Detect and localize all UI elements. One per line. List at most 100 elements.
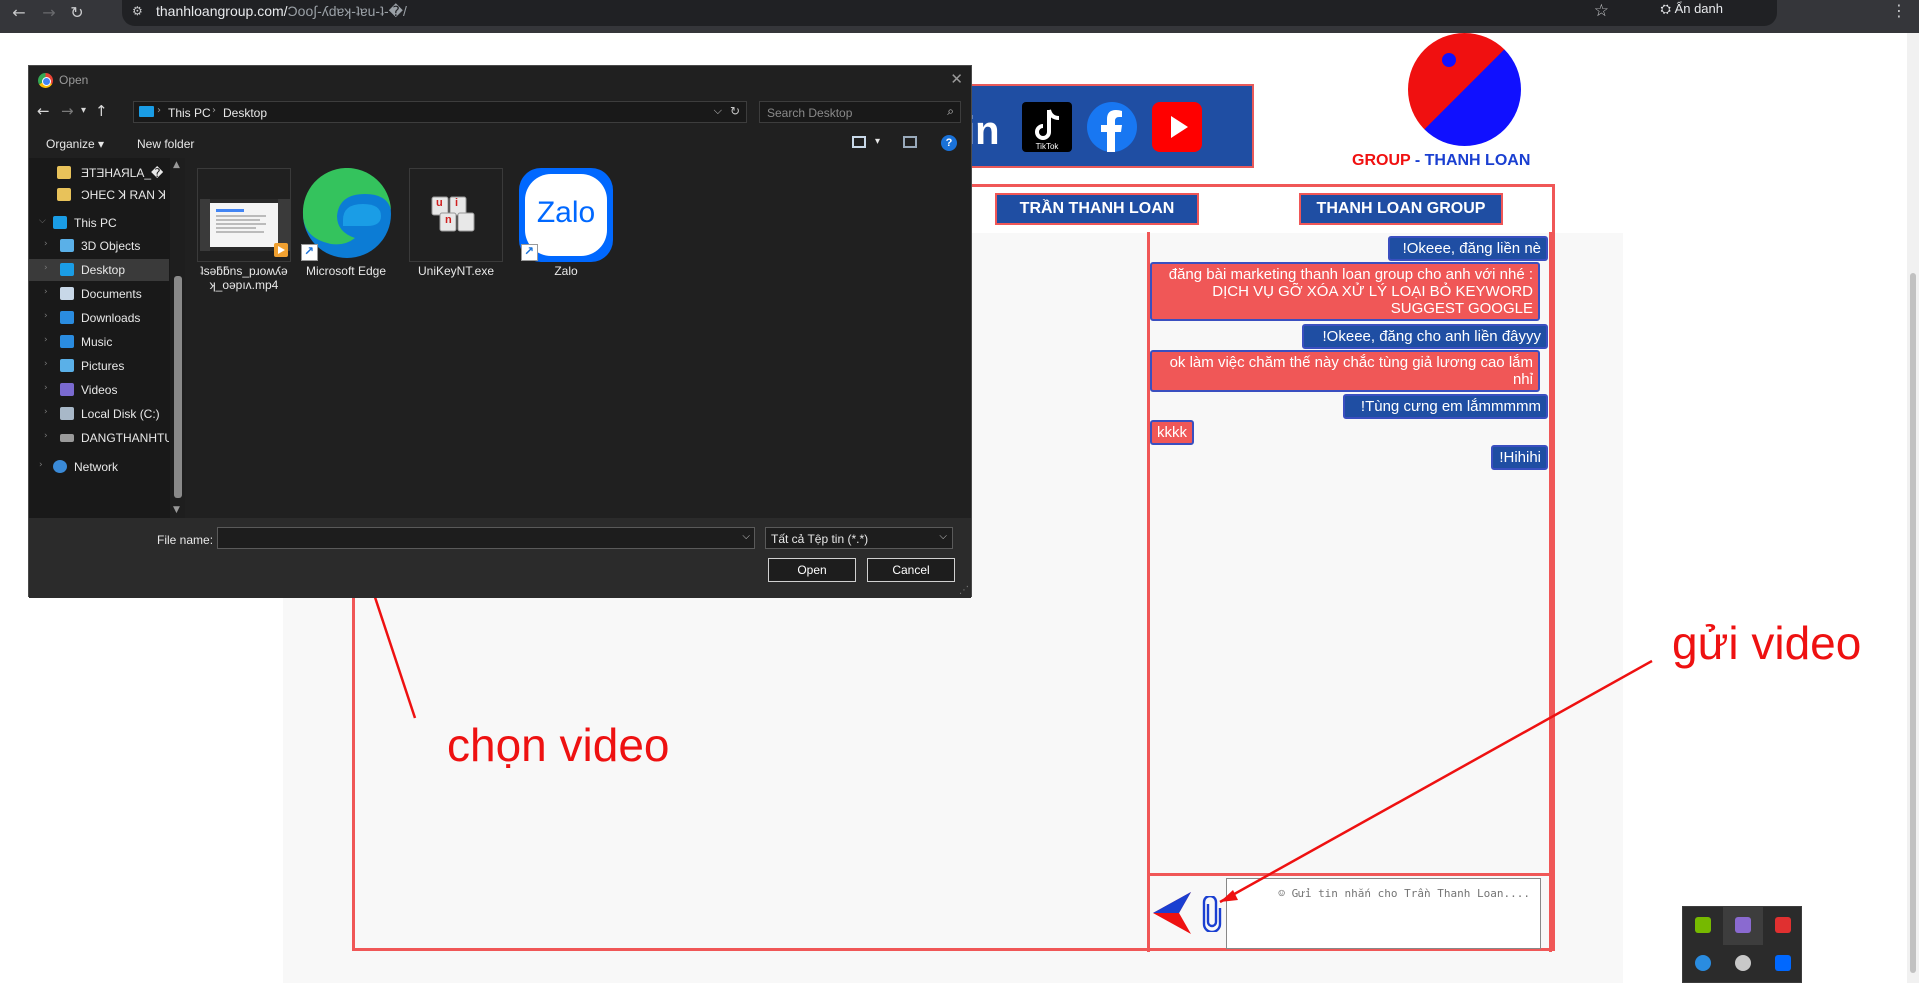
new-folder-button[interactable]: New folder xyxy=(137,137,194,151)
crumb-desktop[interactable]: Desktop xyxy=(223,106,267,120)
file-item-zalo[interactable]: Zalo Zalo xyxy=(519,168,613,284)
chevron-right-icon[interactable]: › xyxy=(39,460,43,470)
nav-item-documents[interactable]: › Documents xyxy=(29,283,169,305)
address-path-bar[interactable]: › This PC › Desktop ⌵ ↻ xyxy=(133,101,747,123)
unikey-icon: u i n xyxy=(409,168,503,262)
nav-item-videos[interactable]: › Videos xyxy=(29,379,169,401)
forward-icon[interactable]: → xyxy=(38,2,60,24)
nav-item-folder[interactable]: ƎTƎHAЯLA_� xyxy=(29,162,169,184)
crumb-this-pc[interactable]: This PC xyxy=(168,106,211,120)
zalo-tray-icon[interactable] xyxy=(1763,945,1803,983)
file-name-input[interactable]: ⌵ xyxy=(217,527,755,549)
resize-grip-icon[interactable]: ⋰ xyxy=(959,585,969,596)
nav-item-folder[interactable]: ƆHEC ꓘ RAN ꓘ xyxy=(29,184,169,206)
file-item-unikey[interactable]: u i n UniKeyNT.exe xyxy=(409,168,503,284)
bookmark-star-icon[interactable]: ☆ xyxy=(1594,1,1609,21)
zalo-icon: Zalo xyxy=(519,168,613,262)
chevron-right-icon[interactable]: › xyxy=(44,263,48,273)
chevron-right-icon[interactable]: › xyxy=(44,287,48,297)
download-icon xyxy=(60,311,74,324)
social-links-bar: in TikTok xyxy=(954,84,1254,168)
chat-message: !Okeee, đăng liền nè xyxy=(1388,236,1548,261)
nav-item-local-disk[interactable]: › Local Disk (C:) xyxy=(29,403,169,425)
back-icon[interactable]: ← xyxy=(8,2,30,24)
help-icon[interactable]: ? xyxy=(941,135,957,151)
file-item-video[interactable]: ʇsǝƃƃns_pɹoʍʎǝ ʞ_oǝpıʌ.mp4 xyxy=(197,168,291,292)
forward-arrow-icon[interactable]: → xyxy=(61,102,74,120)
annotation-send-video: gửi video xyxy=(1672,617,1862,669)
vietkey-icon[interactable] xyxy=(1763,907,1803,945)
shield-icon[interactable] xyxy=(1683,945,1723,983)
chat-message: !Okeee, đăng cho anh liền đâyyy xyxy=(1302,324,1548,349)
pictures-icon xyxy=(60,359,74,372)
nav-item-3d-objects[interactable]: › 3D Objects xyxy=(29,235,169,257)
attach-file-icon[interactable] xyxy=(1200,896,1224,932)
nav-item-desktop[interactable]: › Desktop xyxy=(29,259,169,281)
file-type-select[interactable]: Tất cả Tệp tin (*.*) ⌵ xyxy=(765,527,953,549)
search-input[interactable]: Search Desktop ⌕ xyxy=(759,101,961,123)
file-name-label: File name: xyxy=(157,533,214,547)
chevron-right-icon[interactable]: › xyxy=(44,407,48,417)
file-item-edge[interactable]: Microsoft Edge xyxy=(299,167,393,284)
gear-icon[interactable] xyxy=(1723,945,1763,983)
view-options-icon[interactable] xyxy=(852,136,866,148)
computer-icon xyxy=(53,216,67,229)
facebook-icon[interactable] xyxy=(1087,102,1137,152)
nav-item-drive[interactable]: › DANGTHANHTU xyxy=(29,427,169,449)
back-arrow-icon[interactable]: ← xyxy=(37,102,50,120)
chevron-right-icon[interactable]: › xyxy=(44,359,48,369)
nav-scrollbar[interactable]: ▲ ▼ xyxy=(170,158,185,518)
chevron-down-icon[interactable]: ⌵ xyxy=(939,531,947,542)
chevron-down-icon[interactable]: ⌵ xyxy=(39,216,46,226)
address-bar[interactable]: ⚙ thanhloangroup.com/Ɔoo∫-ʎdɐʞ-ʇɐu-ʇ-�/ … xyxy=(122,0,1777,26)
tab-tran-thanh-loan[interactable]: TRẦN THANH LOAN xyxy=(995,193,1199,225)
page-scrollbar-thumb[interactable] xyxy=(1910,273,1916,973)
chevron-down-icon[interactable]: ⌵ xyxy=(742,531,750,542)
nav-item-network[interactable]: › Network xyxy=(29,456,169,478)
logo-text: GROUP - THANH LOAN xyxy=(1352,152,1531,169)
browser-menu-icon[interactable]: ⋮ xyxy=(1891,1,1907,20)
chevron-right-icon: › xyxy=(212,105,216,116)
yin-yang-logo xyxy=(1408,33,1521,146)
tab-thanh-loan-group[interactable]: THANH LOAN GROUP xyxy=(1299,193,1503,225)
nvidia-icon[interactable] xyxy=(1683,907,1723,945)
page-scrollbar[interactable] xyxy=(1907,33,1919,983)
youtube-icon[interactable] xyxy=(1152,102,1202,152)
system-tray-overflow xyxy=(1682,906,1802,983)
open-button[interactable]: Open xyxy=(768,558,856,582)
chevron-right-icon[interactable]: › xyxy=(44,335,48,345)
chevron-down-icon[interactable]: ▼ xyxy=(173,505,180,515)
dialog-footer: File name: ⌵ Tất cả Tệp tin (*.*) ⌵ Open… xyxy=(29,518,971,598)
tiktok-icon[interactable]: TikTok xyxy=(1022,102,1072,152)
edge-icon xyxy=(299,167,393,262)
chevron-down-icon[interactable]: ▾ xyxy=(875,136,880,147)
chat-message: kkkk xyxy=(1150,420,1194,445)
send-arrow-icon[interactable] xyxy=(1153,892,1193,934)
feather-icon[interactable] xyxy=(1723,907,1763,945)
cancel-button[interactable]: Cancel xyxy=(867,558,955,582)
url-text[interactable]: thanhloangroup.com/Ɔoo∫-ʎdɐʞ-ʇɐu-ʇ-�/ xyxy=(156,3,407,20)
recent-locations-icon[interactable]: ▾ xyxy=(81,105,86,116)
reload-icon[interactable]: ↻ xyxy=(66,2,88,24)
chevron-up-icon[interactable]: ▲ xyxy=(173,160,180,170)
preview-pane-icon[interactable] xyxy=(903,136,917,148)
chevron-right-icon[interactable]: › xyxy=(44,311,48,321)
scrollbar-thumb[interactable] xyxy=(174,276,182,498)
nav-item-this-pc[interactable]: ⌵ This PC xyxy=(29,212,169,234)
up-arrow-icon[interactable]: ↑ xyxy=(95,102,108,120)
chevron-right-icon[interactable]: › xyxy=(44,431,48,441)
nav-item-downloads[interactable]: › Downloads xyxy=(29,307,169,329)
site-info-icon[interactable]: ⚙ xyxy=(132,4,143,18)
chevron-right-icon[interactable]: › xyxy=(44,383,48,393)
document-icon xyxy=(60,287,74,300)
chevron-down-icon[interactable]: ⌵ xyxy=(714,104,722,118)
refresh-icon[interactable]: ↻ xyxy=(730,104,740,118)
chevron-right-icon[interactable]: › xyxy=(44,239,48,249)
nav-item-pictures[interactable]: › Pictures xyxy=(29,355,169,377)
organize-button[interactable]: Organize ▾ xyxy=(46,137,104,151)
chat-message-input[interactable]: ☺ Gửi tin nhắn cho Trần Thanh Loan.... xyxy=(1226,878,1541,949)
close-icon[interactable]: ✕ xyxy=(950,70,963,88)
nav-item-music[interactable]: › Music xyxy=(29,331,169,353)
incognito-indicator[interactable]: ⛭ Ẩn danh xyxy=(1661,1,1723,17)
svg-text:TikTok: TikTok xyxy=(1036,142,1060,151)
